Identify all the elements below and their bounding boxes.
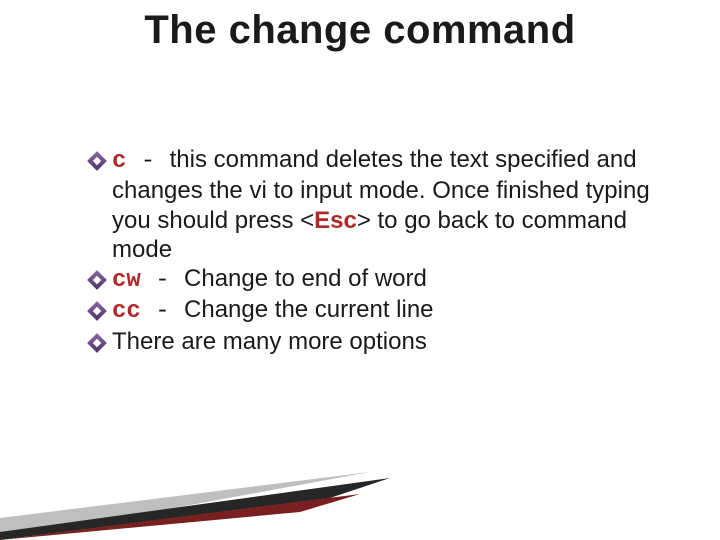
separator: - <box>141 298 184 325</box>
description: There are many more options <box>112 328 427 355</box>
description: Change the current line <box>184 296 434 323</box>
esc-open: < <box>300 207 314 234</box>
diamond-bullet-icon <box>90 336 104 350</box>
description: Change to end of word <box>184 265 427 292</box>
list-item-text: cc - Change the current line <box>112 295 660 326</box>
list-item: There are many more options <box>90 327 660 356</box>
esc-key: Esc <box>314 207 357 234</box>
separator: - <box>126 148 169 175</box>
list-item: c - this command deletes the text specif… <box>90 145 660 264</box>
list-item-text: cw - Change to end of word <box>112 264 660 295</box>
separator: - <box>141 267 184 294</box>
slide: The change command c - this command dele… <box>0 0 720 540</box>
slide-decoration <box>0 440 390 540</box>
command-key: cw <box>112 267 141 294</box>
slide-title: The change command <box>0 8 720 53</box>
command-key: cc <box>112 298 141 325</box>
command-key: c <box>112 148 126 175</box>
esc-close: > <box>357 207 371 234</box>
list-item: cw - Change to end of word <box>90 264 660 295</box>
diamond-bullet-icon <box>90 154 104 168</box>
diamond-bullet-icon <box>90 273 104 287</box>
list-item: cc - Change the current line <box>90 295 660 326</box>
list-item-text: c - this command deletes the text specif… <box>112 145 660 264</box>
diamond-bullet-icon <box>90 304 104 318</box>
list-item-text: There are many more options <box>112 327 660 356</box>
bullet-list: c - this command deletes the text specif… <box>90 145 660 356</box>
